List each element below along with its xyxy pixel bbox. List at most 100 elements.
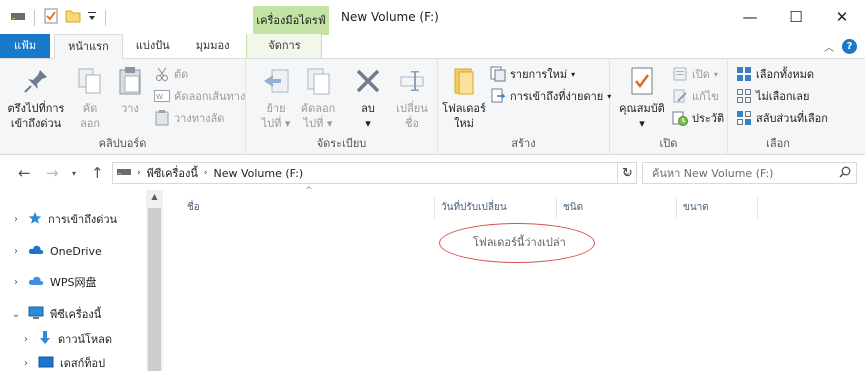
scroll-up-icon[interactable]: ▲ (146, 192, 163, 201)
group-new: โฟลเดอร์ ใหม่ รายการใหม่ ▾ การเข้าถึงที่… (438, 59, 611, 155)
breadcrumb: › พีซีเครื่องนี้ › New Volume (F:) (113, 164, 618, 182)
chevron-down-icon[interactable]: ⌄ (10, 309, 22, 320)
group-select: เลือกทั้งหมด ไม่เลือกเลย สลับส่วนที่เลือ… (728, 59, 828, 155)
breadcrumb-separator-icon[interactable]: › (137, 168, 141, 178)
qat-separator (34, 9, 35, 26)
search-input[interactable] (652, 166, 834, 180)
select-none-icon (736, 88, 752, 104)
ribbon-tabs: แฟ้ม หน้าแรก แบ่งปัน มุมมอง จัดการ (0, 34, 865, 59)
address-bar[interactable]: › พีซีเครื่องนี้ › New Volume (F:) ⌄ (112, 162, 637, 184)
easy-access-button[interactable]: การเข้าถึงที่ง่ายดาย ▾ (490, 86, 611, 106)
invert-selection-icon (736, 110, 752, 126)
sort-indicator-icon: ^ (305, 186, 313, 196)
refresh-icon[interactable]: ↻ (617, 162, 637, 184)
copy-to-icon (302, 65, 334, 97)
nav-item-desktop[interactable]: › เดสก์ท็อป (20, 352, 105, 371)
rename-icon (396, 65, 428, 97)
column-header-name[interactable]: ชื่อ (181, 197, 435, 219)
tab-home[interactable]: หน้าแรก (54, 34, 123, 59)
select-none-button[interactable]: ไม่เลือกเลย (736, 86, 810, 106)
qat-customize-icon[interactable] (87, 10, 97, 25)
back-arrow-icon[interactable]: ← (18, 164, 31, 182)
edit-button[interactable]: แก้ไข (672, 86, 719, 106)
chevron-right-icon[interactable]: › (10, 214, 22, 225)
rename-button[interactable]: เปลี่ยน ชื่อ (392, 65, 432, 131)
search-icon[interactable] (834, 166, 856, 181)
cut-button[interactable]: ตัด (154, 64, 188, 84)
tab-share[interactable]: แบ่งปัน (123, 34, 183, 58)
nav-item-this-pc[interactable]: ⌄ พีซีเครื่องนี้ (10, 303, 101, 325)
new-folder-qat-icon[interactable] (65, 8, 81, 27)
group-label-new: สร้าง (511, 137, 536, 150)
select-all-button[interactable]: เลือกทั้งหมด (736, 64, 814, 84)
column-header-type[interactable]: ชนิด (557, 197, 677, 219)
group-organize: ย้าย ไปที่ ▾ คัดลอก ไปที่ ▾ ลบ ▾ เปลี่ยน… (246, 59, 438, 155)
collapse-ribbon-icon[interactable]: ︿ (824, 39, 834, 54)
new-folder-button[interactable]: โฟลเดอร์ ใหม่ (442, 65, 486, 131)
pin-quick-access-button[interactable]: ตรึงไปที่การ เข้าถึงด่วน (6, 65, 66, 131)
nav-item-quick-access[interactable]: › การเข้าถึงด่วน (10, 208, 117, 230)
column-header-date-modified[interactable]: วันที่ปรับเปลี่ยน (435, 197, 557, 219)
chevron-right-icon[interactable]: › (10, 277, 22, 288)
paste-icon (114, 65, 146, 97)
group-open: คุณสมบัติ ▾ เปิด ▾ แก้ไข ประวัติ เปิด (610, 59, 728, 155)
scissors-icon (154, 66, 170, 82)
help-icon[interactable]: ? (842, 39, 857, 54)
navigation-pane-scrollbar[interactable]: ▲ (146, 190, 163, 371)
properties-qat-icon[interactable] (43, 8, 59, 27)
paste-shortcut-button[interactable]: วางทางลัด (154, 108, 224, 128)
scrollbar-thumb[interactable] (148, 208, 161, 371)
cloud-icon (28, 244, 44, 259)
open-button[interactable]: เปิด ▾ (672, 64, 718, 84)
select-all-icon (736, 66, 752, 82)
column-header-size[interactable]: ขนาด (677, 197, 758, 219)
forward-arrow-icon[interactable]: → (46, 164, 59, 182)
close-button[interactable]: ✕ (819, 0, 865, 33)
tab-file[interactable]: แฟ้ม (0, 34, 51, 58)
nav-item-onedrive[interactable]: › OneDrive (10, 240, 102, 262)
copy-to-button[interactable]: คัดลอก ไปที่ ▾ (298, 65, 338, 131)
copy-path-button[interactable]: W คัดลอกเส้นทาง (154, 86, 245, 106)
cloud-icon (28, 275, 44, 290)
properties-button[interactable]: คุณสมบัติ ▾ (616, 65, 668, 131)
title-bar: เครื่องมือไดรฟ์ New Volume (F:) — ☐ ✕ (0, 0, 865, 35)
navigation-pane: › การเข้าถึงด่วน › OneDrive › WPS网盘 ⌄ พี… (0, 190, 146, 371)
paste-shortcut-icon (154, 110, 170, 126)
tab-manage[interactable]: จัดการ (246, 34, 323, 58)
move-to-button[interactable]: ย้าย ไปที่ ▾ (256, 65, 296, 131)
new-item-button[interactable]: รายการใหม่ ▾ (490, 64, 575, 84)
window-title: New Volume (F:) (341, 10, 439, 24)
copy-button[interactable]: คัด ลอก (72, 65, 108, 131)
qat-separator (105, 9, 106, 26)
breadcrumb-this-pc[interactable]: พีซีเครื่องนี้ (147, 164, 198, 182)
copy-path-icon: W (154, 88, 170, 104)
file-list: ^ ชื่อ วันที่ปรับเปลี่ยน ชนิด ขนาด โฟลเด… (163, 186, 865, 371)
maximize-button[interactable]: ☐ (773, 0, 819, 33)
chevron-right-icon[interactable]: › (10, 246, 22, 257)
group-label-clipboard: คลิปบอร์ด (98, 137, 147, 150)
breadcrumb-current-drive[interactable]: New Volume (F:) (213, 167, 303, 180)
minimize-button[interactable]: — (727, 0, 773, 33)
delete-x-icon (352, 65, 384, 97)
chevron-right-icon[interactable]: › (20, 358, 32, 369)
download-icon (38, 330, 52, 349)
folder-icon (448, 65, 480, 97)
recent-locations-icon[interactable]: ▾ (72, 169, 76, 178)
group-clipboard: ตรึงไปที่การ เข้าถึงด่วน คัด ลอก วาง ตัด… (0, 59, 246, 155)
tab-view[interactable]: มุมมอง (183, 34, 243, 58)
chevron-right-icon[interactable]: › (20, 334, 32, 345)
drive-icon (10, 10, 26, 25)
delete-button[interactable]: ลบ ▾ (350, 65, 386, 131)
up-arrow-icon[interactable]: ↑ (91, 164, 104, 182)
history-button[interactable]: ประวัติ (672, 108, 724, 128)
breadcrumb-separator-icon[interactable]: › (204, 168, 208, 178)
nav-item-wps-drive[interactable]: › WPS网盘 (10, 271, 97, 293)
search-box[interactable] (642, 162, 857, 184)
group-label-open: เปิด (659, 137, 678, 150)
group-label-organize: จัดระเบียบ (316, 137, 367, 150)
paste-button[interactable]: วาง (112, 65, 148, 116)
nav-item-downloads[interactable]: › ดาวน์โหลด (20, 328, 112, 350)
empty-folder-message: โฟลเดอร์นี้ว่างเปล่า (473, 236, 566, 249)
invert-selection-button[interactable]: สลับส่วนที่เลือก (736, 108, 828, 128)
svg-text:W: W (156, 93, 163, 101)
